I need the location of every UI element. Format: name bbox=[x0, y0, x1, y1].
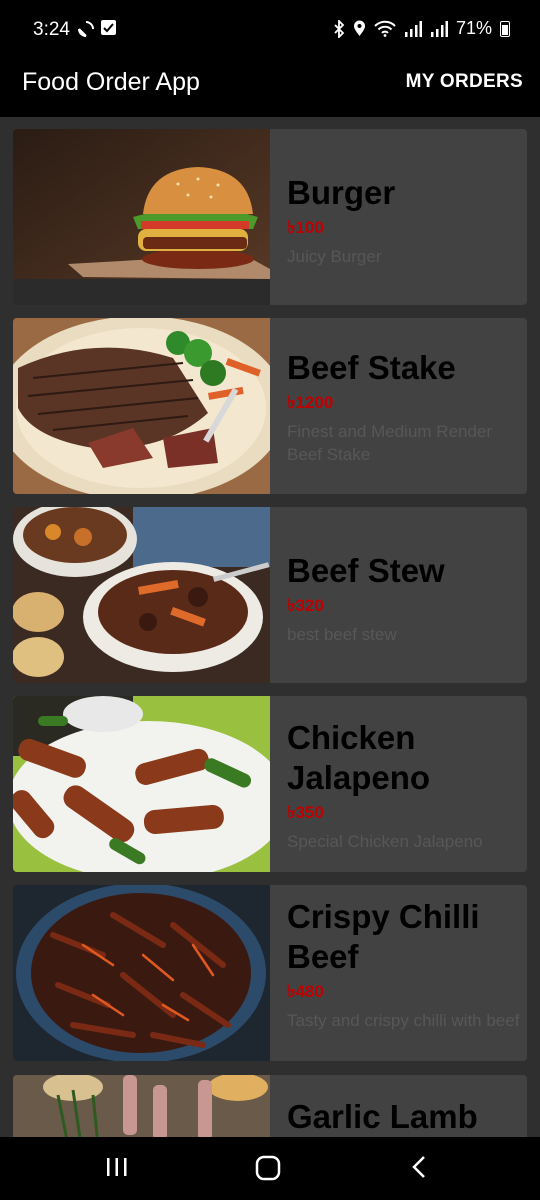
app-title: Food Order App bbox=[22, 68, 200, 96]
food-name: Garlic Lamb bbox=[287, 1098, 478, 1135]
food-name: Crispy Chilli Beef bbox=[287, 898, 480, 975]
card-body: Crispy Chilli Beef ৳480 Tasty and crispy… bbox=[287, 897, 527, 1061]
food-description: Special Chicken Jalapeno bbox=[287, 832, 483, 851]
food-description: Tasty and crispy chilli with beef bbox=[287, 1011, 520, 1030]
back-icon[interactable] bbox=[408, 1155, 430, 1179]
food-description: Finest and Medium Render Beef Stake bbox=[287, 422, 493, 464]
chilli-beef-image bbox=[13, 885, 270, 1061]
status-time: 3:24 bbox=[33, 19, 70, 40]
food-price: ৳100 bbox=[287, 218, 324, 237]
sync-icon bbox=[78, 21, 94, 37]
food-description: Juicy Burger bbox=[287, 247, 382, 266]
location-icon bbox=[353, 20, 365, 36]
app-bar: Food Order App MY ORDERS bbox=[0, 60, 540, 117]
battery-percent: 71% bbox=[455, 18, 492, 38]
status-bar: 3:24 71% bbox=[0, 0, 540, 60]
navigation-bar bbox=[0, 1137, 540, 1200]
checkbox-notification-icon bbox=[101, 20, 116, 35]
my-orders-button[interactable]: MY ORDERS bbox=[406, 71, 523, 93]
status-left-icons bbox=[77, 20, 116, 38]
food-price: ৳1200 bbox=[287, 393, 334, 412]
jalapeno-image bbox=[13, 696, 270, 872]
bluetooth-icon bbox=[334, 19, 345, 38]
food-name: Beef Stake bbox=[287, 349, 456, 386]
card-body: Beef Stake ৳1200 Finest and Medium Rende… bbox=[287, 348, 527, 494]
card-body: Garlic Lamb bbox=[287, 1097, 527, 1137]
signal-icon bbox=[404, 20, 422, 37]
food-card-beef-stew[interactable]: Beef Stew ৳320 best beef stew bbox=[13, 507, 527, 683]
food-price: ৳480 bbox=[287, 982, 324, 1001]
food-card-burger[interactable]: Burger ৳100 Juicy Burger bbox=[13, 129, 527, 305]
card-body: Chicken Jalapeno ৳350 Special Chicken Ja… bbox=[287, 718, 527, 872]
recent-apps-icon[interactable] bbox=[105, 1155, 129, 1179]
signal-icon-2 bbox=[430, 20, 448, 37]
food-name: Beef Stew bbox=[287, 552, 445, 589]
burger-image bbox=[13, 129, 270, 305]
food-card-beef-stake[interactable]: Beef Stake ৳1200 Finest and Medium Rende… bbox=[13, 318, 527, 494]
home-icon[interactable] bbox=[255, 1155, 281, 1181]
status-right: 71% bbox=[333, 18, 510, 39]
food-list[interactable]: Burger ৳100 Juicy Burger Beef Stake ৳120… bbox=[0, 117, 540, 1137]
food-card-crispy-chilli-beef[interactable]: Crispy Chilli Beef ৳480 Tasty and crispy… bbox=[13, 885, 527, 1061]
stew-image bbox=[13, 507, 270, 683]
food-name: Chicken Jalapeno bbox=[287, 719, 431, 796]
food-price: ৳320 bbox=[287, 596, 324, 615]
food-description: best beef stew bbox=[287, 625, 397, 644]
food-name: Burger bbox=[287, 174, 396, 211]
steak-image bbox=[13, 318, 270, 494]
food-card-chicken-jalapeno[interactable]: Chicken Jalapeno ৳350 Special Chicken Ja… bbox=[13, 696, 527, 872]
food-price: ৳350 bbox=[287, 803, 324, 822]
wifi-icon bbox=[374, 20, 396, 37]
lamb-image bbox=[13, 1075, 270, 1137]
card-body: Beef Stew ৳320 best beef stew bbox=[287, 551, 527, 683]
food-card-garlic-lamb[interactable]: Garlic Lamb bbox=[13, 1075, 527, 1137]
battery-icon bbox=[500, 20, 510, 37]
card-body: Burger ৳100 Juicy Burger bbox=[287, 173, 527, 305]
